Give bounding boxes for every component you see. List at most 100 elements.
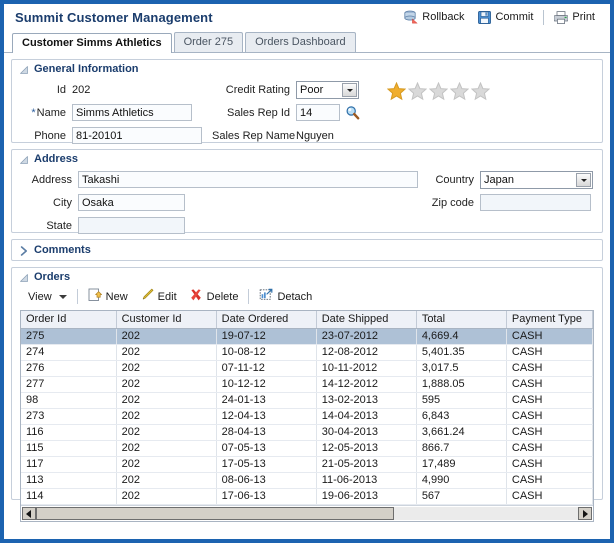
city-input[interactable] [78,194,185,211]
table-row[interactable]: 11420217-06-1319-06-2013567CASH [21,488,593,504]
scroll-left-arrow-icon[interactable] [22,507,36,520]
scrollbar-track[interactable] [36,507,578,520]
table-cell-0: 274 [21,344,116,360]
credit-rating-label: Credit Rating [212,84,296,96]
general-information-header[interactable]: General Information [12,60,602,77]
orders-header[interactable]: Orders [12,268,602,285]
chevron-down-icon[interactable] [342,83,357,97]
view-menu-button[interactable]: View [22,289,73,305]
country-select[interactable]: Japan [480,171,593,189]
edit-pencil-icon [140,288,154,305]
sales-rep-id-input[interactable] [296,104,340,121]
table-header-row: Order IdCustomer IdDate OrderedDate Ship… [21,311,593,328]
country-row: Country Japan [424,169,599,190]
column-header-3[interactable]: Date Shipped [316,311,416,328]
detach-button[interactable]: Detach [253,286,318,307]
detach-label: Detach [277,291,312,303]
view-menu-label: View [28,291,52,303]
table-cell-5: CASH [506,408,592,424]
table-row[interactable]: 9820224-01-1313-02-2013595CASH [21,392,593,408]
tab-customer-simms-athletics[interactable]: Customer Simms Athletics [12,33,172,53]
table-cell-3: 10-11-2012 [316,360,416,376]
tab-orders-dashboard[interactable]: Orders Dashboard [245,32,356,52]
table-cell-4: 1,888.05 [416,376,506,392]
star-empty-icon[interactable] [471,82,490,101]
table-cell-5: CASH [506,392,592,408]
phone-label: Phone [20,130,72,142]
id-label: Id [20,84,72,96]
sales-rep-id-row: Sales Rep Id [212,102,402,123]
table-cell-4: 595 [416,392,506,408]
sales-rep-name-value: Nguyen [296,130,334,142]
table-cell-2: 17-05-13 [216,456,316,472]
star-filled-icon[interactable] [387,82,406,101]
disclosure-expanded-icon[interactable] [19,155,29,165]
delete-button[interactable]: Delete [183,286,245,307]
table-row[interactable]: 11520207-05-1312-05-2013866.7CASH [21,440,593,456]
table-row[interactable]: 27620207-11-1210-11-20123,017.5CASH [21,360,593,376]
column-header-0[interactable]: Order Id [21,311,116,328]
table-cell-4: 866.7 [416,440,506,456]
table-cell-1: 202 [116,392,216,408]
address-right-column: Country Japan Zip code [424,169,599,215]
phone-input[interactable] [72,127,202,144]
edit-button[interactable]: Edit [134,286,183,307]
column-header-4[interactable]: Total [416,311,506,328]
form-content: General Information Id 202 *Name [4,53,610,539]
table-row[interactable]: 11620228-04-1330-04-20133,661.24CASH [21,424,593,440]
new-button[interactable]: New [82,286,134,307]
rollback-button[interactable]: Rollback [397,8,471,26]
state-input[interactable] [78,217,185,234]
table-cell-3: 11-06-2013 [316,472,416,488]
scrollbar-thumb[interactable] [36,507,394,520]
search-icon[interactable] [345,105,360,120]
comments-header[interactable]: Comments [12,240,602,260]
star-empty-icon[interactable] [429,82,448,101]
panel-address: Address Address City State [11,149,603,233]
star-empty-icon[interactable] [408,82,427,101]
credit-rating-select[interactable]: Poor [296,81,359,99]
horizontal-scrollbar[interactable] [21,505,593,521]
page-title: Summit Customer Management [15,10,213,25]
title-bar-actions: Rollback Commit [397,8,602,26]
table-cell-3: 14-04-2013 [316,408,416,424]
disclosure-expanded-icon[interactable] [19,273,29,283]
disclosure-collapsed-icon[interactable] [19,246,29,256]
table-row[interactable]: 11720217-05-1321-05-201317,489CASH [21,456,593,472]
table-cell-2: 10-08-12 [216,344,316,360]
commit-icon [478,11,491,24]
table-row[interactable]: 27420210-08-1212-08-20125,401.35CASH [21,344,593,360]
address-header[interactable]: Address [12,150,602,167]
chevron-down-icon[interactable] [576,173,591,187]
table-row[interactable]: 27520219-07-1223-07-20124,669.4CASH [21,328,593,344]
table-row[interactable]: 27720210-12-1214-12-20121,888.05CASH [21,376,593,392]
sales-rep-name-label: Sales Rep Name [212,130,296,142]
print-button[interactable]: Print [547,9,602,26]
table-cell-0: 114 [21,488,116,504]
tab-order-275[interactable]: Order 275 [174,32,244,52]
edit-label: Edit [158,291,177,303]
address-title: Address [34,153,78,166]
table-cell-3: 12-05-2013 [316,440,416,456]
credit-rating-stars[interactable] [387,82,490,101]
star-empty-icon[interactable] [450,82,469,101]
commit-label: Commit [495,11,533,23]
table-row[interactable]: 27320212-04-1314-04-20136,843CASH [21,408,593,424]
table-row[interactable]: 11320208-06-1311-06-20134,990CASH [21,472,593,488]
scroll-right-arrow-icon[interactable] [578,507,592,520]
address-input[interactable] [78,171,418,188]
delete-label: Delete [207,291,239,303]
column-header-2[interactable]: Date Ordered [216,311,316,328]
zip-code-label: Zip code [424,197,480,209]
name-input[interactable] [72,104,192,121]
table-cell-5: CASH [506,360,592,376]
panel-orders: Orders View [11,267,603,500]
column-header-5[interactable]: Payment Type [506,311,592,328]
zip-code-input[interactable] [480,194,591,211]
table-cell-1: 202 [116,472,216,488]
commit-button[interactable]: Commit [471,9,540,26]
general-information-title: General Information [34,63,139,76]
column-header-1[interactable]: Customer Id [116,311,216,328]
disclosure-expanded-icon[interactable] [19,65,29,75]
sales-rep-id-label: Sales Rep Id [212,107,296,119]
